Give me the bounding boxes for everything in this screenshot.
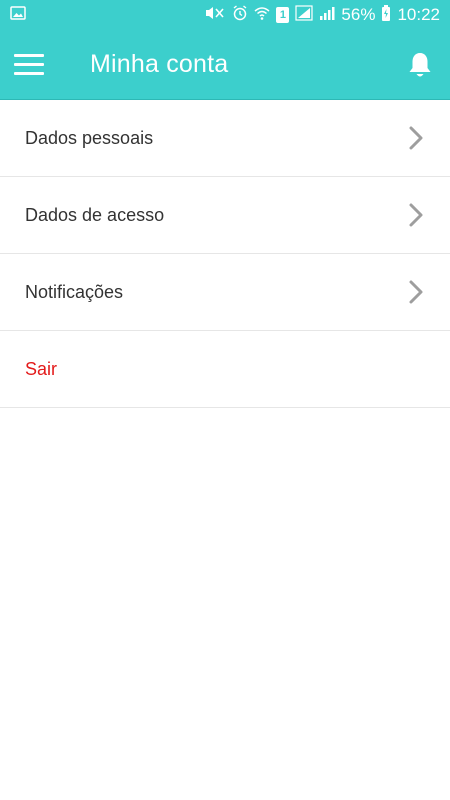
signal-bars-icon (319, 5, 335, 26)
status-time: 10:22 (397, 5, 440, 24)
logout-label: Sair (25, 358, 58, 379)
chevron-right-icon (408, 125, 424, 151)
app-bar: Minha conta (0, 30, 450, 100)
battery-icon (381, 4, 391, 26)
status-left (10, 5, 26, 26)
menu-item-dados-de-acesso[interactable]: Dados de acesso (0, 177, 450, 254)
sim-icon: 1 (276, 7, 290, 23)
menu-list: Dados pessoais Dados de acesso Notificaç… (0, 100, 450, 408)
gallery-icon (10, 5, 26, 26)
chevron-right-icon (408, 279, 424, 305)
signal-icon (295, 4, 314, 26)
menu-item-label: Dados pessoais (25, 127, 154, 148)
alarm-icon (232, 4, 248, 26)
page-title: Minha conta (90, 50, 229, 78)
status-bar: 1 56% 10:22 (0, 0, 450, 30)
mute-icon (204, 5, 226, 26)
logout-button[interactable]: Sair (0, 331, 450, 408)
battery-percent: 56% (341, 5, 376, 24)
menu-item-label: Dados de acesso (25, 204, 165, 225)
wifi-icon (254, 5, 270, 26)
menu-item-dados-pessoais[interactable]: Dados pessoais (0, 100, 450, 177)
status-right: 1 56% 10:22 (204, 4, 440, 26)
menu-item-label: Notificações (25, 281, 124, 302)
menu-item-notificacoes[interactable]: Notificações (0, 254, 450, 331)
hamburger-menu-icon[interactable] (14, 49, 46, 81)
bell-icon[interactable] (404, 49, 436, 81)
sim-slot-number: 1 (279, 9, 286, 21)
chevron-right-icon (408, 202, 424, 228)
